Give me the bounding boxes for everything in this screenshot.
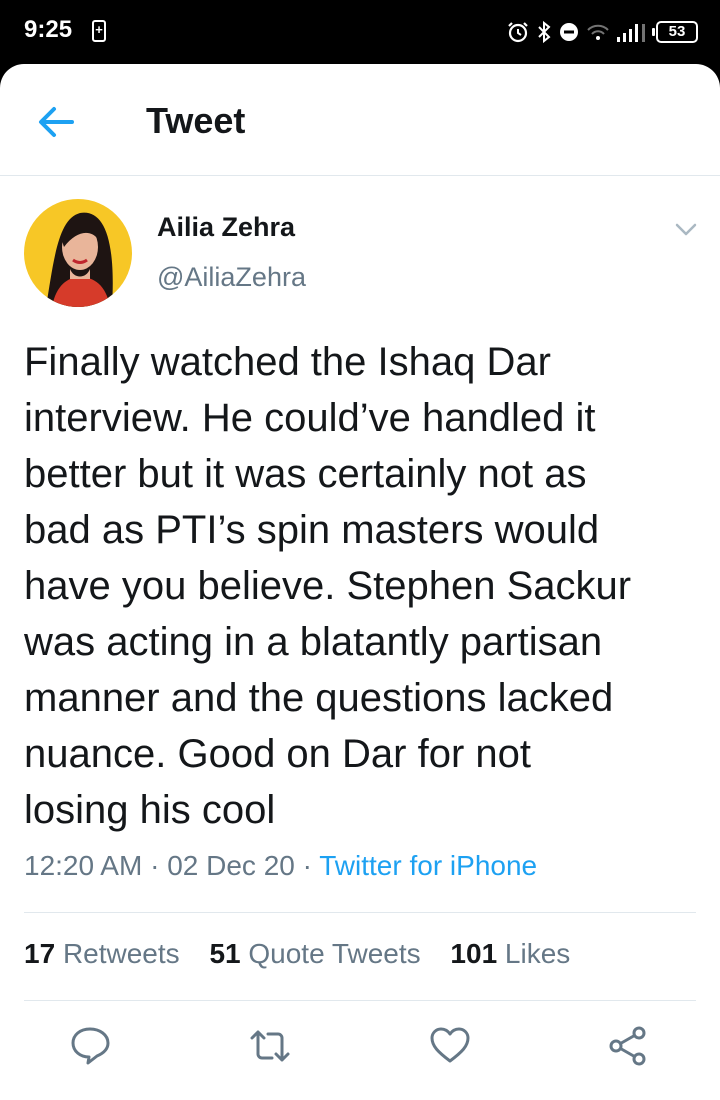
- page-title: Tweet: [146, 100, 246, 141]
- tweet-actions: [0, 1024, 720, 1074]
- do-not-disturb-icon: [560, 23, 578, 41]
- tweet-text: Finally watched the Ishaq Dar interview.…: [24, 340, 632, 832]
- wifi-icon: [587, 24, 609, 40]
- status-bar: 9:25 + 53: [0, 0, 720, 64]
- quote-tweets-stat[interactable]: 51 Quote Tweets: [209, 938, 420, 969]
- arrow-left-icon[interactable]: [34, 100, 78, 144]
- header: Tweet: [0, 64, 720, 176]
- bluetooth-icon: [538, 20, 551, 44]
- avatar[interactable]: [24, 199, 132, 307]
- tweet-meta: 12:20 AM · 02 Dec 20 · Twitter for iPhon…: [24, 850, 537, 882]
- quote-label: Quote Tweets: [248, 938, 421, 969]
- divider: [24, 1000, 696, 1001]
- battery-saver-icon: +: [92, 20, 106, 42]
- tweet-date: 02 Dec 20: [167, 850, 295, 881]
- author-handle[interactable]: @AiliaZehra: [157, 262, 306, 293]
- meta-separator: ·: [142, 850, 168, 881]
- comment-icon[interactable]: [68, 1024, 112, 1068]
- avatar-image: [24, 199, 132, 307]
- alarm-icon: [508, 22, 528, 43]
- chevron-down-icon[interactable]: [674, 220, 698, 240]
- tweet-source-link[interactable]: Twitter for iPhone: [319, 850, 537, 881]
- divider: [24, 912, 696, 913]
- retweet-icon[interactable]: [248, 1024, 292, 1068]
- meta-separator: ·: [294, 850, 320, 881]
- likes-count: 101: [450, 938, 498, 969]
- status-icons: 53: [506, 16, 698, 48]
- likes-stat[interactable]: 101 Likes: [450, 938, 570, 969]
- tweet-stats: 17 Retweets 51 Quote Tweets 101 Likes: [24, 938, 592, 970]
- likes-label: Likes: [504, 938, 571, 969]
- quote-count: 51: [209, 938, 241, 969]
- retweets-stat[interactable]: 17 Retweets: [24, 938, 180, 969]
- heart-icon[interactable]: [428, 1024, 472, 1068]
- tweet-detail-sheet: Tweet Ailia Zehra @AiliaZehra Finally wa…: [0, 64, 720, 1100]
- retweets-label: Retweets: [62, 938, 180, 969]
- share-icon[interactable]: [606, 1024, 650, 1068]
- tweet-time: 12:20 AM: [24, 850, 143, 881]
- signal-icon: [617, 24, 645, 42]
- battery-icon: 53: [652, 21, 698, 43]
- retweets-count: 17: [24, 938, 56, 969]
- author-name[interactable]: Ailia Zehra: [157, 212, 295, 243]
- status-time: 9:25: [24, 16, 73, 43]
